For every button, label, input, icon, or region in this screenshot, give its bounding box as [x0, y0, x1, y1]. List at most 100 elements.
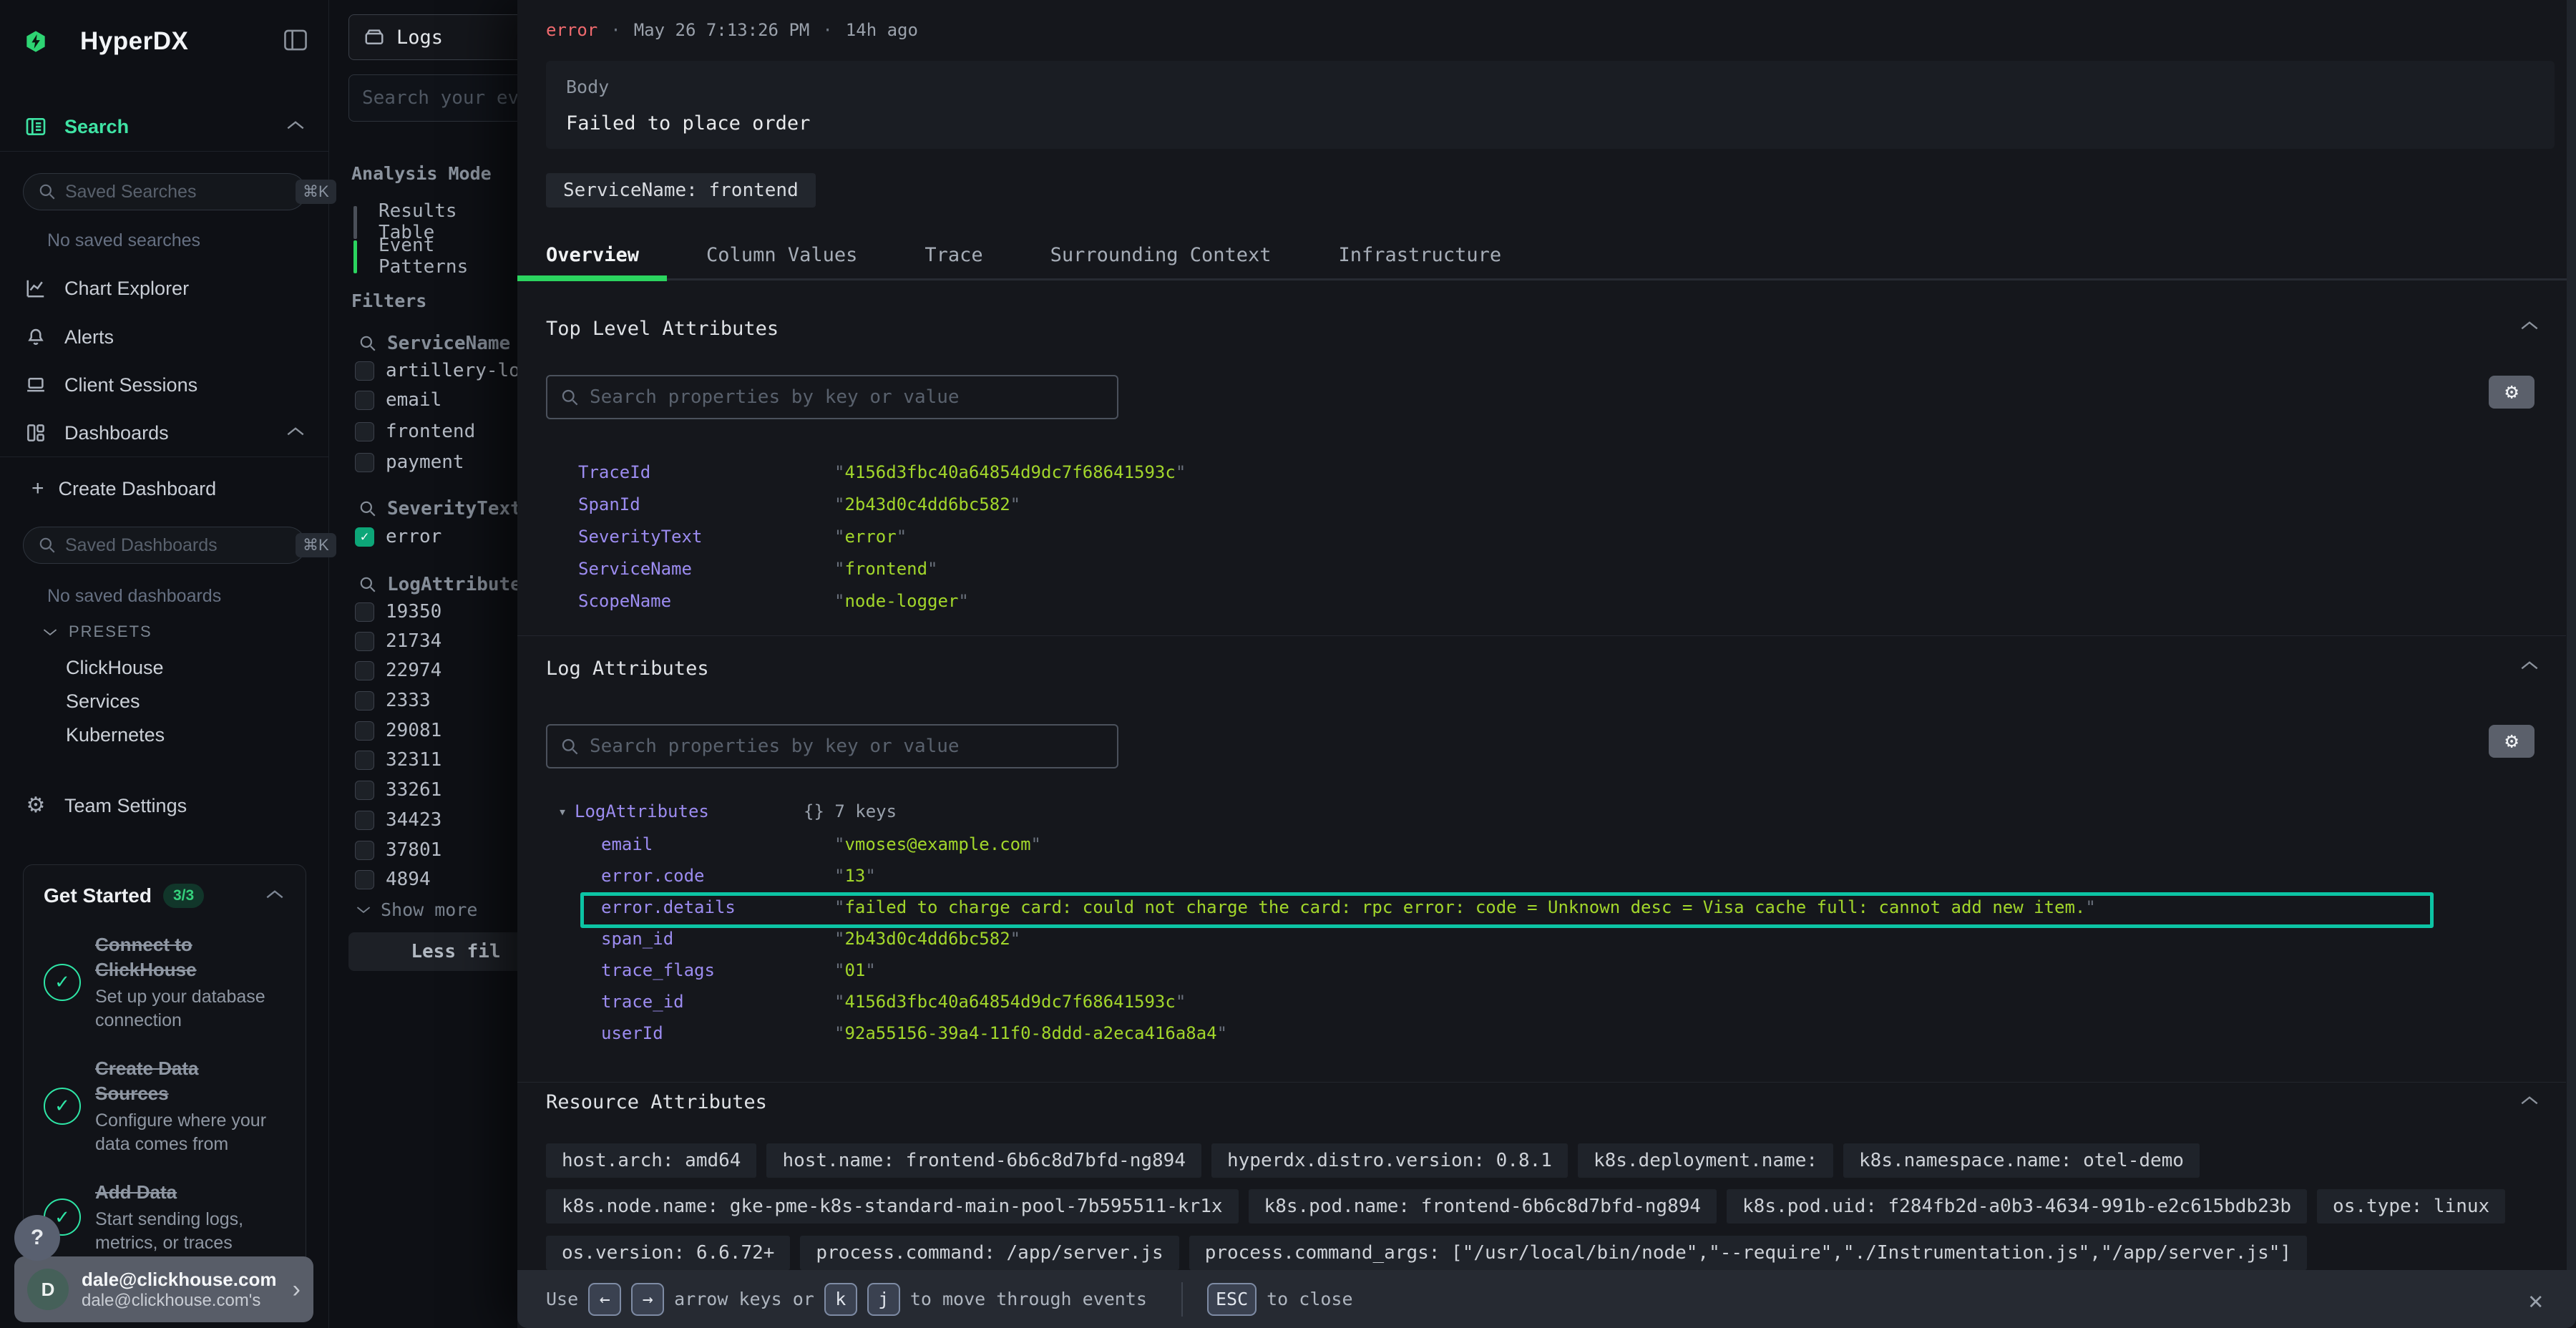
preset-kubernetes[interactable]: Kubernetes: [0, 719, 329, 751]
help-button[interactable]: ?: [14, 1215, 60, 1261]
checkbox-checked[interactable]: ✓: [355, 527, 374, 547]
resource-tag[interactable]: k8s.node.name: gke-pme-k8s-standard-main…: [546, 1189, 1239, 1224]
filter-option[interactable]: artillery-loa: [355, 356, 532, 386]
event-search-input[interactable]: [362, 87, 534, 109]
checkbox-unchecked[interactable]: [355, 811, 374, 830]
attribute-key[interactable]: error.code: [601, 866, 705, 886]
filter-option[interactable]: frontend: [355, 416, 475, 446]
attribute-key[interactable]: TraceId: [578, 462, 650, 482]
attribute-key[interactable]: error.details: [601, 897, 736, 917]
tab-overview[interactable]: Overview: [546, 244, 639, 266]
resource-tag[interactable]: host.arch: amd64: [546, 1143, 756, 1178]
tree-root-key[interactable]: LogAttributes: [575, 801, 709, 821]
checkbox-unchecked[interactable]: [355, 422, 374, 441]
resource-tag[interactable]: k8s.pod.uid: f284fb2d-a0b3-4634-991b-e2c…: [1727, 1189, 2307, 1224]
scrollbar[interactable]: [2567, 0, 2576, 1270]
top-level-settings-button[interactable]: ⚙: [2489, 376, 2534, 409]
preset-services[interactable]: Services: [0, 685, 329, 717]
collapse-section-icon[interactable]: [2517, 659, 2542, 672]
preset-clickhouse[interactable]: ClickHouse: [0, 652, 329, 683]
attribute-row[interactable]: TraceId 4156d3fbc40a64854d9dc7f68641593c: [517, 456, 2576, 488]
attribute-value[interactable]: node-logger: [834, 591, 969, 611]
checkbox-unchecked[interactable]: [355, 391, 374, 410]
attribute-value[interactable]: error: [834, 527, 907, 547]
filter-option[interactable]: 29081: [355, 716, 441, 746]
attribute-value[interactable]: 4156d3fbc40a64854d9dc7f68641593c: [834, 992, 1186, 1012]
get-started-item-sources[interactable]: ✓ Create Data Sources Configure where yo…: [44, 1056, 286, 1156]
filter-option[interactable]: email: [355, 385, 441, 415]
filter-option[interactable]: 4894: [355, 864, 431, 894]
attribute-value[interactable]: 01: [834, 960, 876, 980]
caret-down-icon[interactable]: ▾: [558, 803, 567, 820]
user-menu[interactable]: D dale@clickhouse.com dale@clickhouse.co…: [14, 1256, 313, 1322]
checkbox-unchecked[interactable]: [355, 841, 374, 860]
close-icon[interactable]: ✕: [2529, 1286, 2543, 1315]
filter-option[interactable]: 2333: [355, 685, 431, 716]
sidebar-item-alerts[interactable]: Alerts: [0, 323, 329, 351]
resource-tag[interactable]: process.command_args: ["/usr/local/bin/n…: [1189, 1236, 2307, 1270]
checkbox-unchecked[interactable]: [355, 751, 374, 770]
filter-option[interactable]: 19350: [355, 597, 441, 627]
attribute-value[interactable]: 2b43d0c4dd6bc582: [834, 929, 1020, 949]
checkbox-unchecked[interactable]: [355, 632, 374, 651]
attribute-row[interactable]: ScopeName node-logger: [517, 585, 2576, 617]
attribute-row[interactable]: trace_flags 01: [517, 954, 2576, 986]
create-dashboard-button[interactable]: + Create Dashboard: [0, 474, 329, 503]
attribute-row[interactable]: SpanId 2b43d0c4dd6bc582: [517, 489, 2576, 520]
attribute-value[interactable]: vmoses@example.com: [834, 834, 1041, 854]
attribute-row-error-details[interactable]: error.details failed to charge card: cou…: [517, 892, 2576, 923]
resource-tag[interactable]: k8s.namespace.name: otel-demo: [1843, 1143, 2200, 1178]
attribute-key[interactable]: SpanId: [578, 494, 640, 514]
attribute-row[interactable]: email vmoses@example.com: [517, 829, 2576, 860]
checkbox-unchecked[interactable]: [355, 781, 374, 800]
top-level-search-input[interactable]: [590, 386, 1091, 408]
tab-surrounding-context[interactable]: Surrounding Context: [1050, 244, 1272, 266]
filter-option[interactable]: 22974: [355, 655, 441, 685]
sidebar-collapse-icon[interactable]: [283, 29, 308, 55]
saved-searches-input[interactable]: [65, 182, 296, 202]
mode-results-table[interactable]: Results Table: [379, 205, 517, 239]
attribute-key[interactable]: span_id: [601, 929, 673, 949]
attribute-row[interactable]: span_id 2b43d0c4dd6bc582: [517, 923, 2576, 954]
checkbox-unchecked[interactable]: [355, 870, 374, 889]
attribute-value[interactable]: 13: [834, 866, 876, 886]
resource-tag[interactable]: host.name: frontend-6b6c8d7bfd-ng894: [766, 1143, 1201, 1178]
get-started-item-add-data[interactable]: ✓ Add Data Start sending logs, metrics, …: [44, 1180, 286, 1254]
checkbox-unchecked[interactable]: [355, 453, 374, 472]
collapse-section-icon[interactable]: [2517, 1094, 2542, 1107]
tab-column-values[interactable]: Column Values: [706, 244, 857, 266]
sidebar-item-dashboards[interactable]: Dashboards: [0, 419, 329, 447]
show-more-button[interactable]: Show more: [355, 895, 477, 924]
attribute-key[interactable]: ServiceName: [578, 559, 692, 579]
filter-option-error[interactable]: ✓ error: [355, 522, 441, 552]
attribute-value[interactable]: failed to charge card: could not charge …: [834, 897, 2096, 917]
collapse-section-icon[interactable]: [2517, 319, 2542, 332]
service-name-tag[interactable]: ServiceName: frontend: [546, 173, 816, 208]
attribute-key[interactable]: ScopeName: [578, 591, 671, 611]
checkbox-unchecked[interactable]: [355, 691, 374, 711]
tab-infrastructure[interactable]: Infrastructure: [1339, 244, 1502, 266]
sidebar-item-client-sessions[interactable]: Client Sessions: [0, 371, 329, 399]
checkbox-unchecked[interactable]: [355, 721, 374, 741]
resource-tag[interactable]: process.command: /app/server.js: [800, 1236, 1179, 1270]
filter-option[interactable]: 37801: [355, 835, 441, 865]
attribute-key[interactable]: trace_flags: [601, 960, 715, 980]
checkbox-unchecked[interactable]: [355, 602, 374, 622]
attribute-value[interactable]: frontend: [834, 559, 938, 579]
attribute-key[interactable]: userId: [601, 1023, 663, 1043]
attribute-value[interactable]: 4156d3fbc40a64854d9dc7f68641593c: [834, 462, 1186, 482]
attribute-key[interactable]: email: [601, 834, 653, 854]
resource-tag[interactable]: k8s.deployment.name:: [1578, 1143, 1833, 1178]
get-started-item-connect[interactable]: ✓ Connect to ClickHouse Set up your data…: [44, 932, 286, 1032]
mode-event-patterns[interactable]: Event Patterns: [379, 239, 517, 273]
saved-dashboards-input[interactable]: [65, 535, 296, 556]
checkbox-unchecked[interactable]: [355, 661, 374, 680]
tab-trace[interactable]: Trace: [924, 244, 982, 266]
attribute-value[interactable]: 2b43d0c4dd6bc582: [834, 494, 1020, 514]
tree-root-row[interactable]: ▾ LogAttributes {} 7 keys: [517, 796, 2576, 827]
resource-tag[interactable]: os.type: linux: [2317, 1189, 2505, 1224]
filter-option[interactable]: 34423: [355, 805, 441, 835]
get-started-header[interactable]: Get Started 3/3: [44, 884, 286, 908]
presets-toggle[interactable]: PRESETS: [0, 617, 329, 646]
attribute-value[interactable]: 92a55156-39a4-11f0-8ddd-a2eca416a8a4: [834, 1023, 1227, 1043]
